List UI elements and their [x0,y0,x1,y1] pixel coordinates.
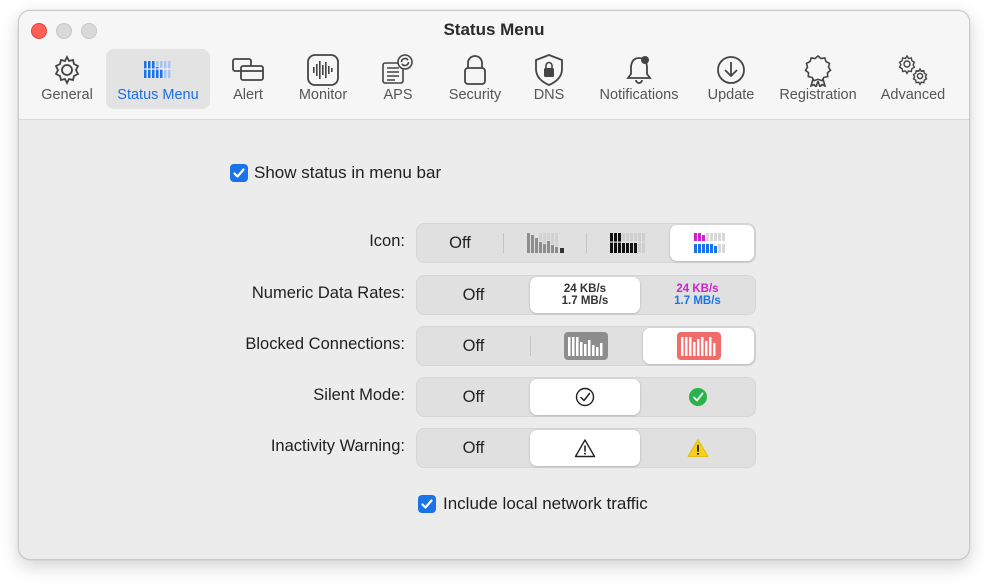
tab-update[interactable]: Update [699,49,763,109]
window-title: Status Menu [443,20,545,39]
icon-label: Icon: [369,232,405,250]
tab-alert[interactable]: Alert [215,49,281,109]
checkmark-icon [421,499,433,509]
tab-security[interactable]: Security [439,49,511,109]
numeric-rates-segmented-control: Off 24 KB/s 1.7 MB/s 24 KB/s 1.7 MB/s [416,275,756,315]
icon-segmented-control: Off [416,223,756,263]
rate-up-mono: 24 KB/s [563,283,607,295]
rate-down-color: 1.7 MB/s [674,295,721,307]
warning-triangle-outline-icon [574,439,596,458]
toolbar: Status Menu General Status Menu Alert Mo… [19,11,969,120]
show-status-checkbox[interactable] [230,164,248,182]
numeric-rates-option-color[interactable]: 24 KB/s 1.7 MB/s [641,276,754,314]
silent-option-off[interactable]: Off [417,378,530,416]
numeric-rates-label: Numeric Data Rates: [251,284,405,302]
include-local-traffic-label: Include local network traffic [443,494,648,513]
show-status-label: Show status in menu bar [254,163,442,182]
inactivity-option-outline[interactable] [530,430,640,466]
silent-option-green[interactable] [641,378,754,416]
rosette-icon [804,54,832,87]
red-blocked-icon [676,332,721,360]
inactivity-option-yellow[interactable] [641,429,754,467]
rate-up-color: 24 KB/s [676,283,719,295]
check-circle-green-icon [688,388,707,406]
blocked-option-gray[interactable] [531,327,641,365]
aps-list-icon [382,54,413,84]
download-circle-icon [717,56,745,84]
monitor-waveform-icon [307,54,339,86]
gray-blocked-icon [564,332,608,360]
inactivity-option-off[interactable]: Off [417,429,530,467]
silent-mode-label: Silent Mode: [313,386,405,404]
color-bars-icon [694,233,725,253]
warning-triangle-yellow-icon [687,439,708,457]
tab-notifications[interactable]: Notifications [589,49,689,109]
tab-monitor[interactable]: Monitor [287,49,359,109]
status-bars-icon [144,61,171,78]
silent-option-outline[interactable] [530,379,640,415]
gears-icon [898,54,928,86]
gear-icon [54,54,80,86]
numeric-rates-option-off[interactable]: Off [417,276,530,314]
icon-option-off[interactable]: Off [417,224,503,262]
rate-down-mono: 1.7 MB/s [561,295,609,307]
numeric-rates-option-mono[interactable]: 24 KB/s 1.7 MB/s [530,277,640,313]
gray-bars-icon [527,233,564,253]
check-circle-outline-icon [575,387,595,407]
inactivity-warning-label: Inactivity Warning: [270,437,405,455]
blocked-option-off[interactable]: Off [417,327,530,365]
blocked-option-red[interactable] [643,328,754,364]
preferences-window: Status Menu General Status Menu Alert Mo… [18,10,970,560]
tab-registration[interactable]: Registration [771,49,865,109]
alert-windows-icon [232,58,264,81]
lock-icon [464,55,486,85]
icon-option-color[interactable] [670,225,754,261]
blocked-connections-segmented-control: Off [416,326,756,366]
blocked-connections-label: Blocked Connections: [245,335,405,353]
black-bars-icon [609,233,646,253]
tab-dns[interactable]: DNS [521,49,577,109]
inactivity-warning-segmented-control: Off [416,428,756,468]
icon-option-black[interactable] [587,224,669,262]
checkmark-icon [233,168,245,178]
bell-icon [626,56,652,84]
icon-option-gray[interactable] [504,224,586,262]
tab-advanced[interactable]: Advanced [875,49,951,109]
shield-lock-icon [535,54,563,86]
tab-general[interactable]: General [33,49,101,109]
tab-aps[interactable]: APS [369,49,427,109]
silent-mode-segmented-control: Off [416,377,756,417]
include-local-traffic-checkbox[interactable] [418,495,436,513]
tab-status-menu[interactable]: Status Menu [106,49,210,109]
